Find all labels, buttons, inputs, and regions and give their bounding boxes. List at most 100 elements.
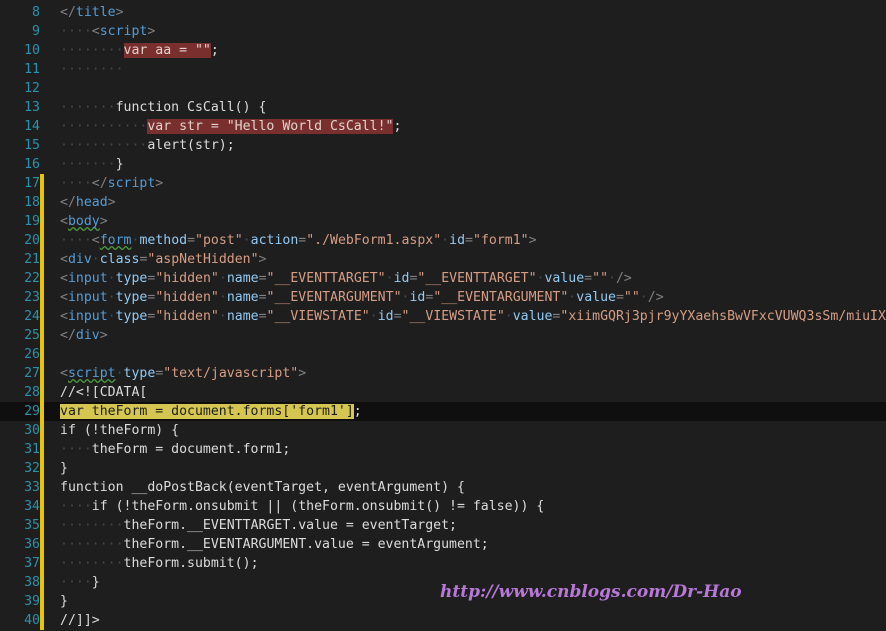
code-line[interactable]: 15 ···········alert(str); bbox=[0, 136, 886, 155]
code-token: type bbox=[123, 366, 156, 381]
code-token: · bbox=[107, 271, 116, 286]
change-marker bbox=[40, 535, 44, 554]
code-line[interactable]: 33 function __doPostBack(eventTarget, eve… bbox=[0, 478, 886, 497]
code-token: name bbox=[226, 309, 259, 324]
code-line[interactable]: 17 ····</script> bbox=[0, 174, 886, 193]
code-line[interactable]: 36 ········theForm.__EVENTARGUMENT.value … bbox=[0, 535, 886, 554]
line-number: 15 bbox=[24, 138, 40, 153]
code-text: ········theForm.__EVENTTARGET.value = ev… bbox=[60, 516, 457, 535]
code-token: script bbox=[107, 176, 156, 191]
code-line[interactable]: 21 <div·class="aspNetHidden"> bbox=[0, 250, 886, 269]
line-number: 20 bbox=[24, 233, 40, 248]
code-token: = bbox=[615, 290, 624, 305]
gutter-marker bbox=[40, 155, 44, 174]
code-token: · bbox=[369, 309, 378, 324]
code-line[interactable]: 9 ····<script> bbox=[0, 22, 886, 41]
code-token: </ bbox=[91, 176, 108, 191]
code-line[interactable]: 8 </title> bbox=[0, 3, 886, 22]
code-token: = bbox=[258, 271, 267, 286]
code-line[interactable]: 32} bbox=[0, 459, 886, 478]
code-token: · bbox=[107, 290, 116, 305]
code-token: method bbox=[139, 233, 188, 248]
code-token: class bbox=[99, 252, 140, 267]
code-token: name bbox=[226, 290, 259, 305]
line-number: 39 bbox=[24, 594, 40, 609]
code-text: </title> bbox=[60, 3, 124, 22]
code-editor[interactable]: 8 </title> 9 ····<script> 10 ········var aa =… bbox=[0, 0, 886, 631]
code-token: ········ bbox=[60, 537, 124, 552]
code-line[interactable]: 24 <input·type="hidden"·name="__VIEWSTATE… bbox=[0, 307, 886, 326]
code-line[interactable]: 10 ········var aa = ""; bbox=[0, 41, 886, 60]
line-number: 11 bbox=[24, 62, 40, 77]
code-line[interactable]: 18 </head> bbox=[0, 193, 886, 212]
line-number: 38 bbox=[24, 575, 40, 590]
code-line[interactable]: 25 </div> bbox=[0, 326, 886, 345]
code-text: var theForm = document.forms['form1']; bbox=[60, 402, 362, 421]
code-line[interactable]: 11 ········ bbox=[0, 60, 886, 79]
code-line[interactable]: 34 ····if (!theForm.onsubmit || (theForm.… bbox=[0, 497, 886, 516]
code-text: ····<form·method="post"·action="./WebFor… bbox=[60, 231, 537, 250]
change-marker bbox=[40, 269, 44, 288]
code-token: } bbox=[115, 157, 124, 172]
code-token: > bbox=[298, 366, 307, 381]
code-token: id bbox=[377, 309, 394, 324]
code-token: /> bbox=[647, 290, 664, 305]
code-token: value bbox=[576, 290, 616, 305]
code-text: </head> bbox=[60, 193, 116, 212]
line-number: 34 bbox=[24, 499, 40, 514]
code-token: ···· bbox=[60, 499, 92, 514]
code-token: id bbox=[409, 290, 426, 305]
code-token: name bbox=[226, 271, 259, 286]
code-line[interactable]: 16 ·······} bbox=[0, 155, 886, 174]
code-token: "" bbox=[623, 290, 640, 305]
code-token: value bbox=[512, 309, 553, 324]
code-line[interactable]: 35 ········theForm.__EVENTTARGET.value = … bbox=[0, 516, 886, 535]
change-marker bbox=[40, 497, 44, 516]
code-line[interactable]: 20 ····<form·method="post"·action="./WebF… bbox=[0, 231, 886, 250]
code-token: ; bbox=[210, 43, 219, 58]
code-token: < bbox=[60, 309, 68, 324]
code-token: /> bbox=[615, 271, 632, 286]
change-marker bbox=[40, 174, 44, 193]
code-line[interactable]: 22 <input·type="hidden"·name="__EVENTTARG… bbox=[0, 269, 886, 288]
code-line[interactable]: 13 ·······function CsCall() { bbox=[0, 98, 886, 117]
code-token: < bbox=[60, 214, 68, 229]
code-line[interactable]: 27 <script·type="text/javascript"> bbox=[0, 364, 886, 383]
code-line[interactable]: 28 //<![CDATA[ bbox=[0, 383, 886, 402]
line-number: 10 bbox=[24, 43, 40, 58]
code-line[interactable]: 19 <body> bbox=[0, 212, 886, 231]
change-marker bbox=[40, 193, 44, 212]
code-text: <div·class="aspNetHidden"> bbox=[60, 250, 267, 269]
code-token: · bbox=[218, 290, 227, 305]
code-token: </ bbox=[60, 5, 76, 20]
code-line[interactable]: 12 bbox=[0, 79, 886, 98]
code-line[interactable]: 23 <input·type="hidden"·name="__EVENTARGU… bbox=[0, 288, 886, 307]
code-text: ····<script> bbox=[60, 22, 155, 41]
line-number: 24 bbox=[24, 309, 40, 324]
code-token: body bbox=[67, 214, 100, 229]
code-line[interactable]: 30 if (!theForm) { bbox=[0, 421, 886, 440]
code-token: = bbox=[258, 290, 267, 305]
code-token: theForm = document.form1; bbox=[91, 442, 291, 457]
code-line[interactable]: 40 //]]> bbox=[0, 611, 886, 630]
code-token: = bbox=[258, 309, 267, 324]
code-token: type bbox=[115, 309, 148, 324]
code-line[interactable]: 14 ···········var str = "Hello World CsCa… bbox=[0, 117, 886, 136]
gutter-marker bbox=[40, 117, 44, 136]
code-line[interactable]: 31 ····theForm = document.form1; bbox=[0, 440, 886, 459]
code-token: var aa = "" bbox=[123, 43, 211, 58]
code-line[interactable]: 37 ········theForm.submit(); bbox=[0, 554, 886, 573]
code-token: </ bbox=[60, 195, 76, 210]
code-token: head bbox=[75, 195, 108, 210]
code-line[interactable]: 29 var theForm = document.forms['form1']; bbox=[0, 402, 886, 421]
code-line[interactable]: 26 bbox=[0, 345, 886, 364]
code-token: //<![CDATA[ bbox=[60, 385, 148, 400]
code-text: //<![CDATA[ bbox=[60, 383, 147, 402]
code-token: "__EVENTARGUMENT" bbox=[266, 290, 402, 305]
code-token: } bbox=[60, 594, 68, 609]
code-token: > bbox=[528, 233, 537, 248]
code-token: input bbox=[67, 309, 108, 324]
code-text: ········ bbox=[60, 60, 124, 79]
gutter-marker bbox=[40, 41, 44, 60]
change-marker bbox=[40, 231, 44, 250]
